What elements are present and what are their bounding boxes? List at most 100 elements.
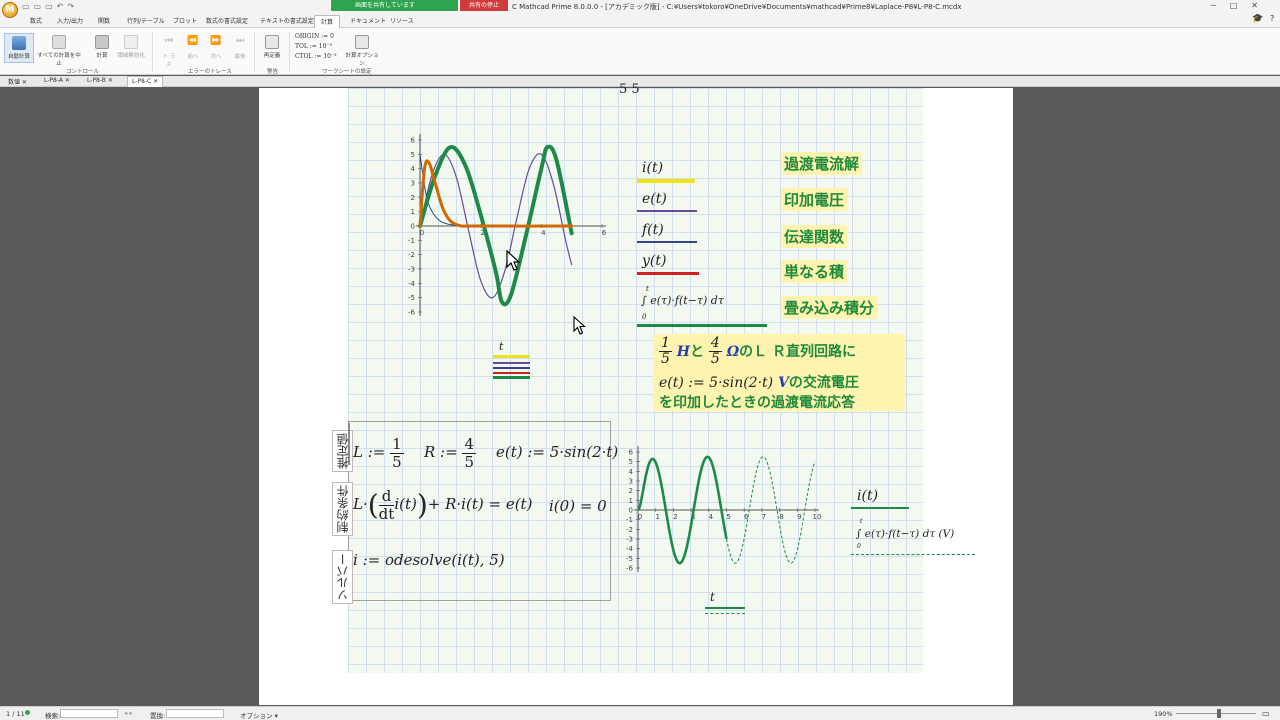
y-tick-label: -2 [626, 526, 633, 534]
app-menu-button[interactable]: M [2, 2, 18, 18]
legend-y: y(t) [642, 253, 667, 269]
worksheet-settings[interactable]: ORIGIN := 0 TOL := 10⁻³ CTOL := 10⁻³ [295, 32, 337, 62]
description-text-region[interactable]: 15 Hと 45 ΩのＬ Ｒ直列回路に e(t) := 5·sin(2·t) V… [653, 334, 905, 411]
tab-resources[interactable]: リソース [390, 16, 414, 25]
plot-transient-comparison[interactable]: -6-5-4-3-2-101234560 2 4 6 [400, 110, 615, 332]
x-tick-label: 4 [541, 229, 546, 237]
replace-input[interactable] [166, 709, 224, 718]
doc-tab-a[interactable]: L-P8-A ✕ [44, 77, 70, 84]
solve-block-constraint-label: 制約条件 [332, 482, 353, 536]
redefine-button[interactable]: 再定義 [260, 35, 284, 59]
legend-swatch-f [493, 367, 530, 369]
trace-last-button[interactable]: ⏭ 最後 [231, 36, 249, 60]
auto-calc-button[interactable]: 自動計算 [4, 33, 34, 63]
zoom-slider-thumb[interactable] [1217, 709, 1221, 718]
legend-i: i(t) [642, 160, 664, 176]
ctol-setting[interactable]: CTOL := 10⁻³ [295, 52, 337, 62]
y-tick-label: -1 [408, 237, 415, 245]
frac-den: dt [378, 504, 395, 523]
info-line-1: 15 Hと 45 ΩのＬ Ｒ直列回路に [659, 335, 856, 368]
group-worksheet-settings: ワークシートの設定 [322, 69, 372, 75]
calculate-label: 計算 [96, 53, 108, 59]
abort-all-label: すべての計算を中止 [37, 53, 81, 67]
ode-constraint[interactable]: L·(d dt i(t))+ R·i(t) = e(t) [353, 488, 532, 522]
disable-region-button[interactable]: 領域無効化 [116, 35, 146, 59]
group-error-trace: エラーのトレース [188, 69, 232, 75]
tab-functions[interactable]: 関数 [98, 16, 110, 25]
frac-den: 5 [464, 452, 475, 471]
x-tick-label: 8 [779, 513, 783, 521]
ribbon-separator [289, 32, 290, 72]
label-transient-solution[interactable]: 過渡電流解 [781, 152, 863, 175]
tab-text-format[interactable]: テキストの書式設定 [260, 16, 314, 25]
plot2-legend-line-i [851, 507, 909, 509]
y-tick-label: 2 [411, 194, 415, 202]
help-icon[interactable]: ? [1270, 14, 1274, 23]
calc-options-label: 計算オプション [345, 53, 379, 67]
plot-transient-vs-convolution[interactable]: -6-5-4-3-2-101234560 1 2 3 4 5 6 7 8 9 10 [620, 440, 825, 585]
calc-options-button[interactable]: 計算オプション [344, 35, 380, 67]
window-controls[interactable]: ─□✕ [1211, 1, 1272, 10]
trace-prev-button[interactable]: ⏪ 前へ [184, 36, 202, 60]
graduation-cap-icon[interactable]: 🎓 [1252, 14, 1263, 24]
trace-first-button[interactable]: ⏮ ト ラ ス [160, 36, 178, 68]
x-tick-label: 6 [602, 229, 607, 237]
y-tick-label: -2 [408, 251, 415, 259]
label-simple-product[interactable]: 単なる積 [781, 260, 848, 283]
plot2-legend-conv: ∫ e(τ)·f(t−τ) dτ (V) [856, 528, 955, 540]
legend-swatch-i [493, 355, 530, 358]
plot2-x-axis-var[interactable]: t [710, 590, 715, 604]
tab-math[interactable]: 数式 [30, 16, 42, 25]
y-tick-label: -4 [626, 545, 634, 553]
tab-calculation[interactable]: 計算 [314, 15, 341, 28]
fit-page-icon[interactable]: ▭ [1262, 709, 1270, 718]
tol-setting[interactable]: TOL := 10⁻³ [295, 42, 337, 52]
info-line-2: e(t) := 5·sin(2·t) Vの交流電圧 [659, 372, 859, 392]
def-inductance[interactable]: L := 15 [353, 436, 404, 470]
y-tick-label: -5 [408, 294, 415, 302]
screen-share-indicator: 画面を共有しています [331, 0, 458, 11]
app-orb-letter: M [5, 5, 15, 15]
label-applied-voltage[interactable]: 印加電圧 [781, 188, 848, 211]
plot1-x-axis-var[interactable]: t [499, 340, 503, 353]
secondary-pointer-icon [573, 316, 586, 335]
paren-open: ( [367, 488, 379, 522]
calculate-button[interactable]: 計算 [90, 35, 114, 59]
tab-math-format[interactable]: 数式の書式設定 [206, 16, 248, 25]
doc-tab-c[interactable]: L-P8-C ✕ [127, 76, 164, 87]
label-transfer-function[interactable]: 伝達関数 [781, 225, 848, 248]
def-voltage[interactable]: e(t) := 5·sin(2·t) [496, 443, 618, 461]
search-label: 検索: [45, 712, 61, 720]
x-tick-label: 0 [638, 513, 642, 521]
initial-condition[interactable]: i(0) = 0 [549, 497, 607, 515]
paren-close: ) [416, 488, 428, 522]
tab-io[interactable]: 入力/出力 [57, 16, 83, 25]
tab-plots[interactable]: プロット [173, 16, 197, 25]
label-convolution[interactable]: 畳み込み積分 [781, 296, 878, 319]
abort-all-button[interactable]: すべての計算を中止 [36, 35, 82, 67]
doc-tab-numeric[interactable]: 数値 ✕ [8, 77, 27, 86]
search-nav-icon[interactable]: ◂ ▸ [124, 709, 133, 717]
zoom-slider-track[interactable] [1176, 713, 1256, 714]
tab-matrices[interactable]: 行列/テーブル [127, 16, 165, 25]
doc-tab-b[interactable]: L-P8-B ✕ [87, 77, 113, 84]
ode-it: i(t) [394, 495, 417, 513]
y-tick-label: -5 [626, 555, 633, 563]
plot2-conv-upper: t [860, 518, 863, 525]
stop-sharing-button[interactable]: 共有の停止 [460, 0, 508, 11]
y-tick-label: 6 [411, 137, 416, 145]
x-tick-label: 10 [813, 513, 822, 521]
trace-next-button[interactable]: ⏩ 次へ [207, 36, 225, 60]
search-options-dropdown[interactable]: オプション ▾ [240, 710, 278, 720]
legend-conv-upper: t [646, 285, 649, 293]
info-line-3: を印加したときの過渡電流応答 [659, 395, 855, 411]
def-resistance[interactable]: R := 45 [424, 436, 477, 471]
y-tick-label: 5 [411, 151, 415, 159]
y-tick-label: 1 [629, 497, 633, 505]
legend-swatch-conv [493, 376, 530, 379]
tab-document[interactable]: ドキュメント [350, 16, 386, 25]
search-input[interactable] [60, 709, 118, 718]
origin-setting[interactable]: ORIGIN := 0 [295, 32, 337, 42]
quick-access-toolbar[interactable]: ▭▭▭↶↷ [22, 2, 78, 11]
odesolve-call[interactable]: i := odesolve(i(t), 5) [353, 551, 505, 569]
